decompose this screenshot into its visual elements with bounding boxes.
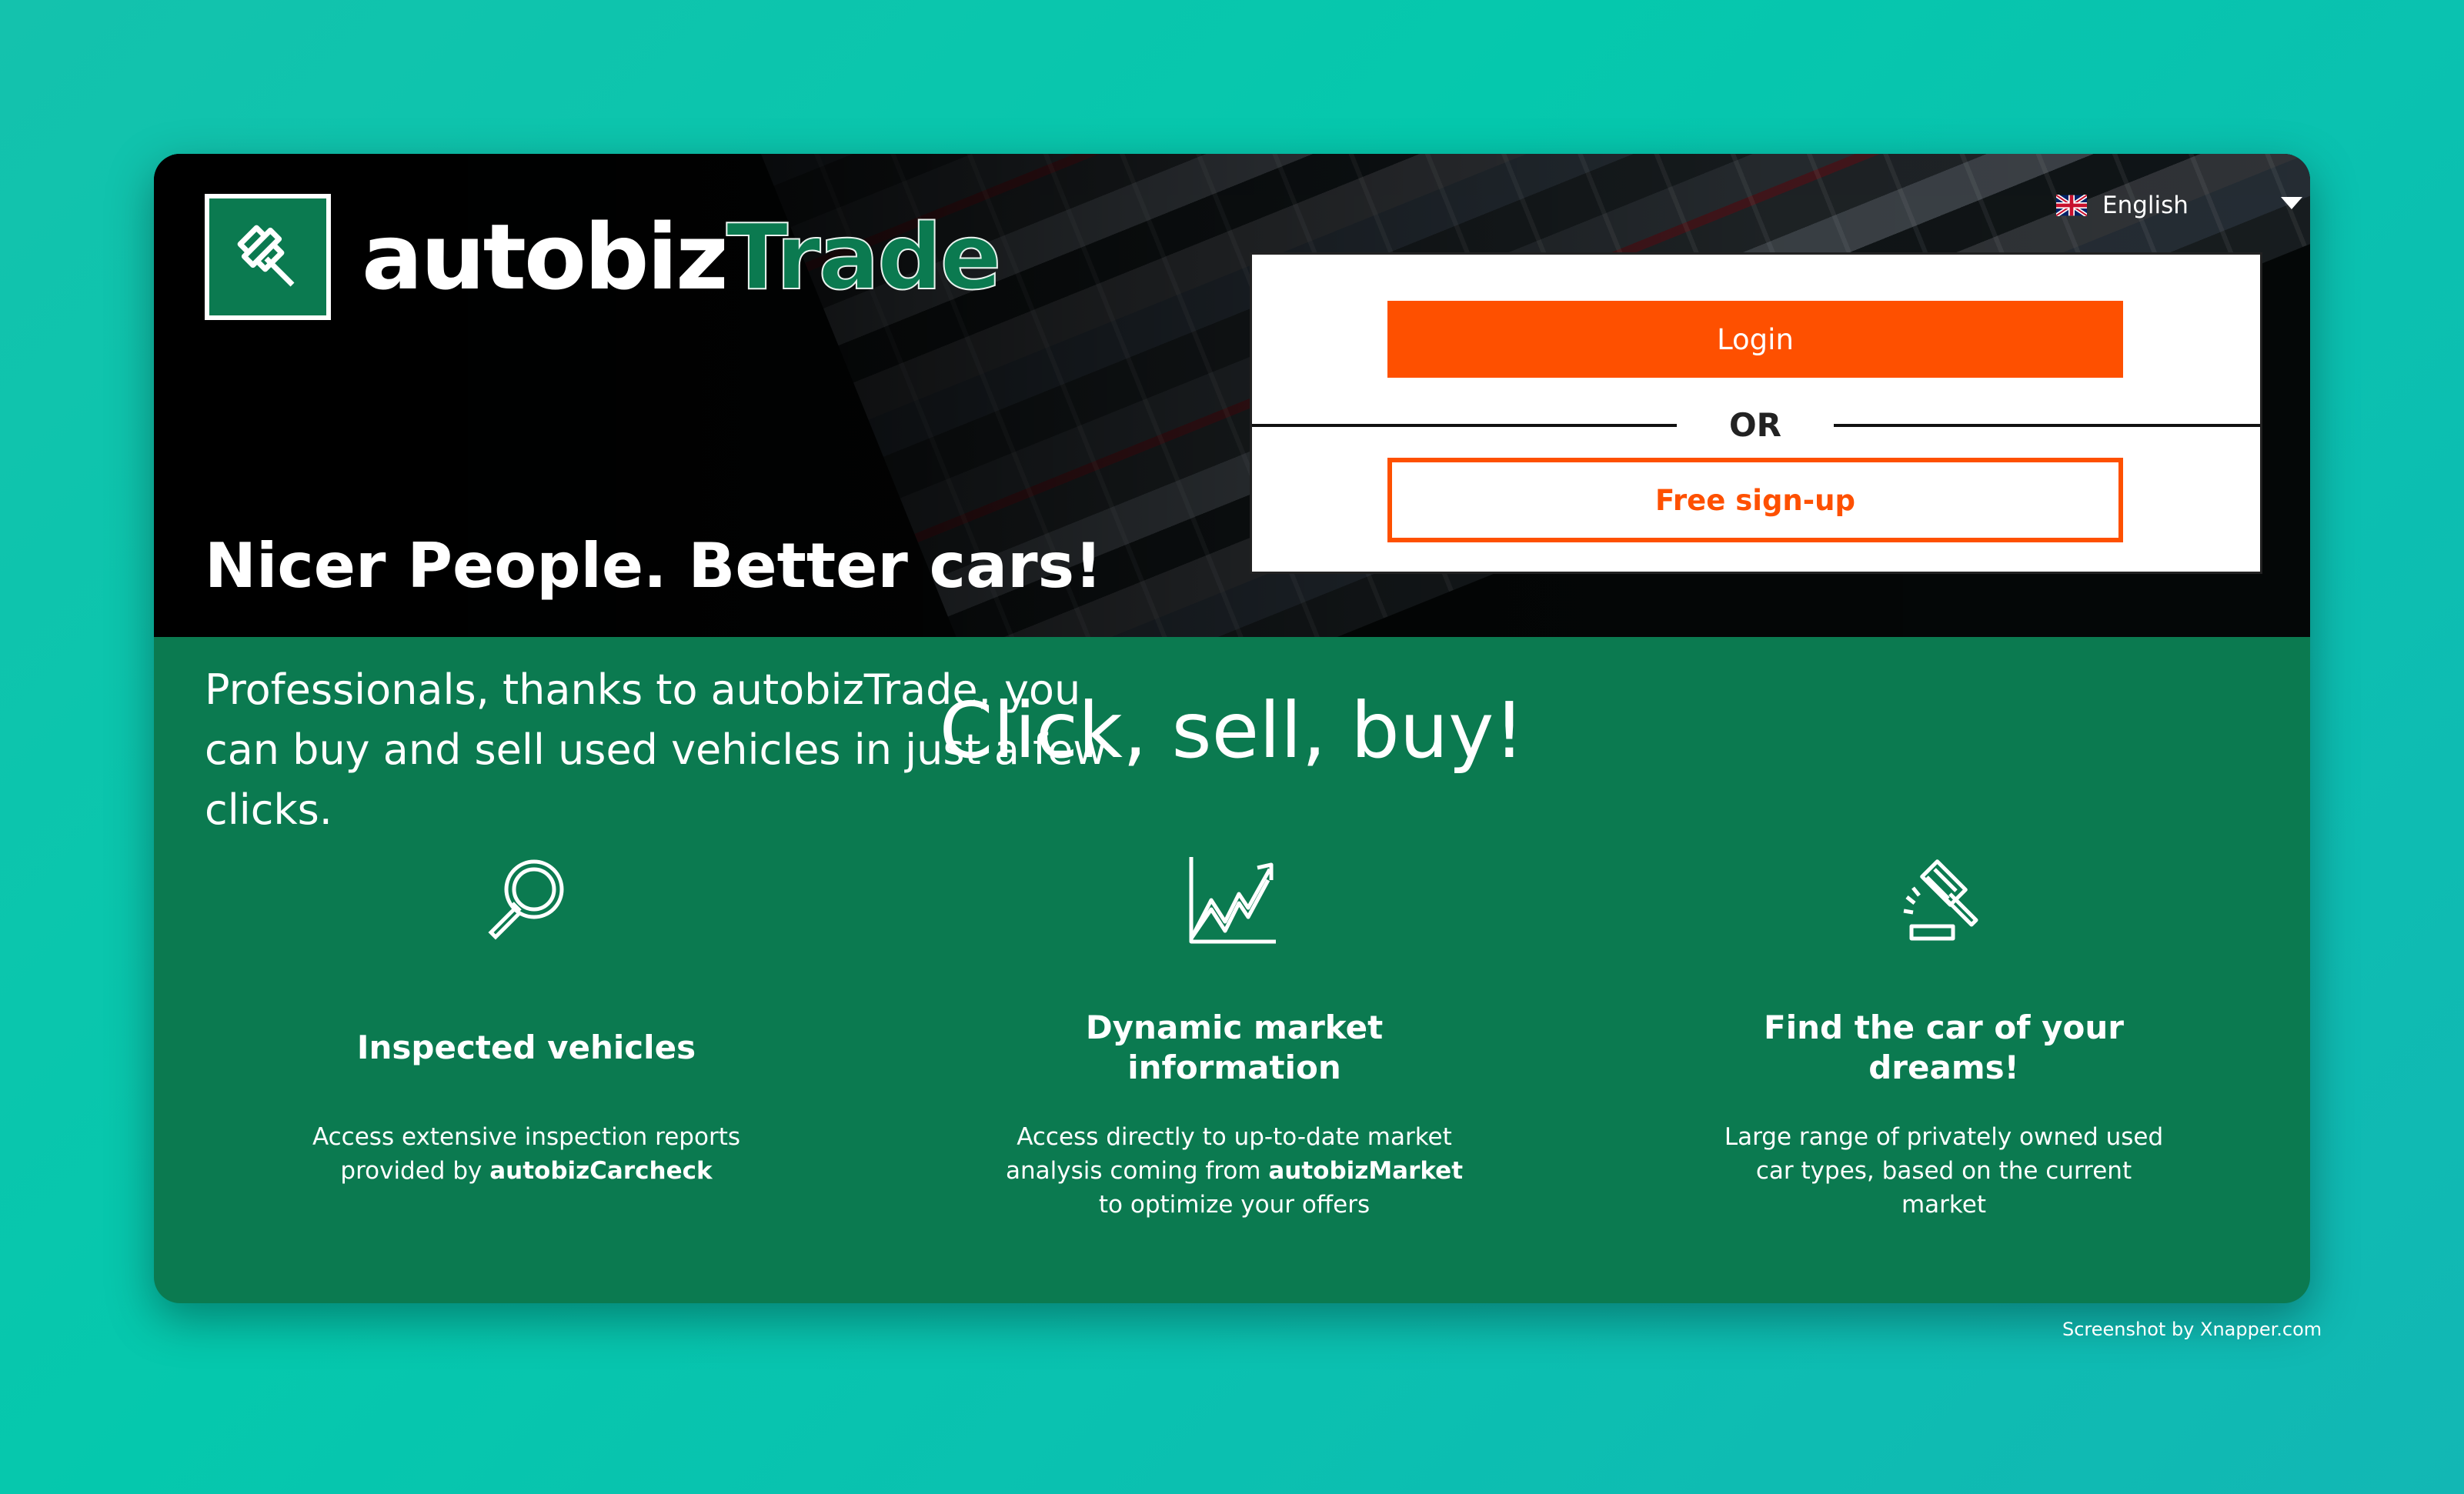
chevron-down-icon xyxy=(2281,197,2302,209)
login-button[interactable]: Login xyxy=(1387,301,2123,378)
gavel-icon xyxy=(1903,859,1978,941)
feature-title: Inspected vehicles xyxy=(356,1029,696,1066)
feature-description: Access extensive inspection reports prov… xyxy=(295,1120,757,1188)
or-label: OR xyxy=(1728,406,1782,444)
magnifier-icon xyxy=(488,859,564,940)
free-signup-button[interactable]: Free sign-up xyxy=(1387,458,2123,542)
brand-name-part2: Trade xyxy=(726,204,1003,310)
desc-brand: autobizMarket xyxy=(1268,1157,1464,1185)
feature-find-your-car: Find the car of your dreams! Large range… xyxy=(1713,846,2175,1222)
divider-line-right xyxy=(1834,424,2260,427)
language-label: English xyxy=(2102,192,2189,219)
or-divider: OR xyxy=(1252,404,2260,450)
desc-text-after: to optimize your offers xyxy=(1098,1191,1371,1219)
app-window: autobizTrade English Nicer People. Bette… xyxy=(154,154,2310,1303)
language-selector[interactable]: English xyxy=(2056,186,2302,225)
desc-text: Large range of privately owned used car … xyxy=(1724,1123,2164,1219)
feature-description: Large range of privately owned used car … xyxy=(1713,1120,2175,1222)
gavel-logo-icon xyxy=(205,194,331,320)
feature-market-information: Dynamic market information Access direct… xyxy=(1003,846,1465,1222)
feature-title: Dynamic market information xyxy=(1085,1009,1384,1086)
brand-name-part1: autobiz xyxy=(362,204,729,310)
trend-chart-icon xyxy=(1189,857,1276,944)
screenshot-credit: Screenshot by Xnapper.com xyxy=(2062,1319,2322,1340)
hero-headline: Nicer People. Better cars! xyxy=(205,530,1103,602)
divider-line-left xyxy=(1252,424,1677,427)
feature-title: Find the car of your dreams! xyxy=(1764,1009,2124,1086)
feature-description: Access directly to up-to-date market ana… xyxy=(1003,1120,1465,1222)
desc-brand: autobizCarcheck xyxy=(489,1157,713,1185)
uk-flag-icon xyxy=(2056,195,2087,216)
brand-logo[interactable]: autobizTrade xyxy=(205,194,1003,320)
feature-inspected-vehicles: Inspected vehicles Access extensive insp… xyxy=(295,846,757,1188)
brand-wordmark: autobizTrade xyxy=(362,211,1003,303)
section-title: Click, sell, buy! xyxy=(939,685,1525,775)
auth-panel: Login OR Free sign-up xyxy=(1250,252,2262,574)
